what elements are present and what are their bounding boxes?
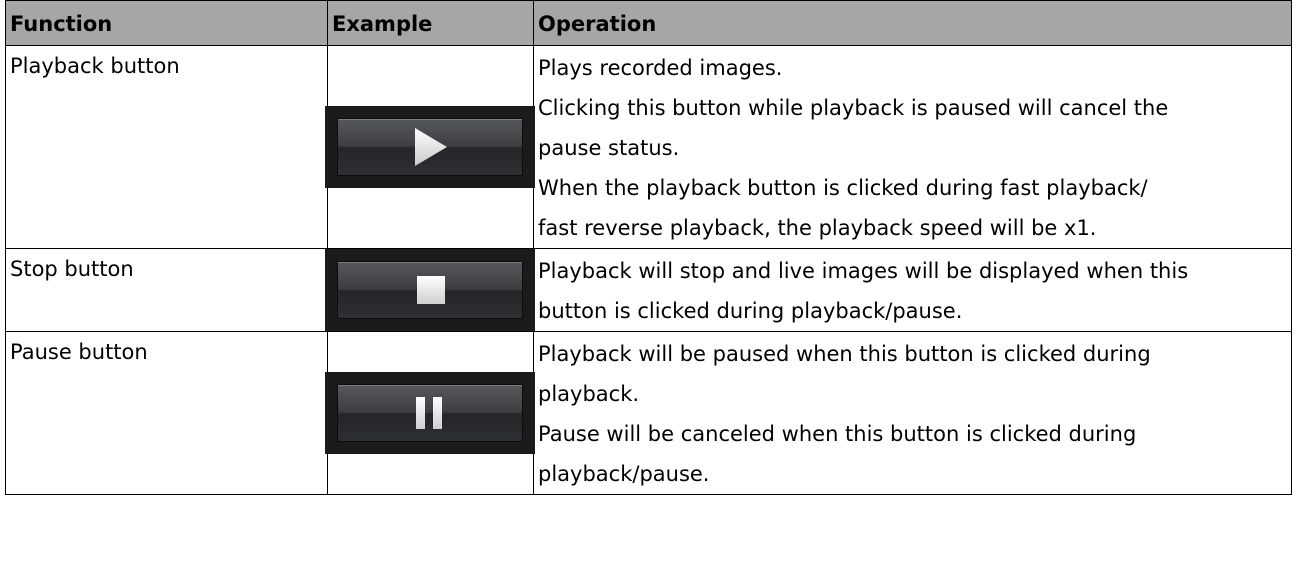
header-operation: Operation: [533, 0, 1292, 46]
function-cell-stop: Stop button: [5, 248, 328, 332]
stop-icon: [417, 276, 445, 304]
header-function: Function: [5, 0, 328, 46]
example-cell-stop: [325, 248, 535, 332]
playback-button-image: [325, 106, 535, 188]
example-cell-pause: [325, 331, 535, 495]
pause-icon: [416, 397, 442, 429]
operation-line: Pause will be canceled when this button …: [538, 422, 1137, 446]
operation-cell-stop: Playback will stop and live images will …: [533, 248, 1292, 332]
table-row: Playback button Plays recorded images. C…: [5, 45, 1292, 249]
pause-button-image: [325, 372, 535, 454]
operation-line: Playback will stop and live images will …: [538, 259, 1189, 283]
table-row: Stop button Playback will stop and live …: [5, 248, 1292, 332]
stop-button-image: [325, 249, 535, 331]
operation-line: Clicking this button while playback is p…: [538, 96, 1169, 120]
table-row: Pause button Playback will be paused whe…: [5, 331, 1292, 495]
header-example: Example: [327, 0, 534, 46]
example-cell-playback: [325, 45, 535, 249]
operation-line: When the playback button is clicked duri…: [538, 176, 1148, 200]
function-cell-pause: Pause button: [5, 331, 328, 495]
table-header-row: Function Example Operation: [5, 0, 1292, 46]
operation-line: playback/pause.: [538, 462, 710, 486]
operation-cell-pause: Playback will be paused when this button…: [533, 331, 1292, 495]
operation-line: fast reverse playback, the playback spee…: [538, 216, 1097, 240]
operation-cell-playback: Plays recorded images. Clicking this but…: [533, 45, 1292, 249]
operation-line: Playback will be paused when this button…: [538, 342, 1151, 366]
operation-line: pause status.: [538, 136, 680, 160]
operation-line: Plays recorded images.: [538, 56, 783, 80]
function-table: Function Example Operation Playback butt…: [5, 0, 1292, 495]
operation-line: playback.: [538, 382, 640, 406]
function-cell-playback: Playback button: [5, 45, 328, 249]
operation-line: button is clicked during playback/pause.: [538, 299, 963, 323]
play-icon: [415, 128, 447, 166]
